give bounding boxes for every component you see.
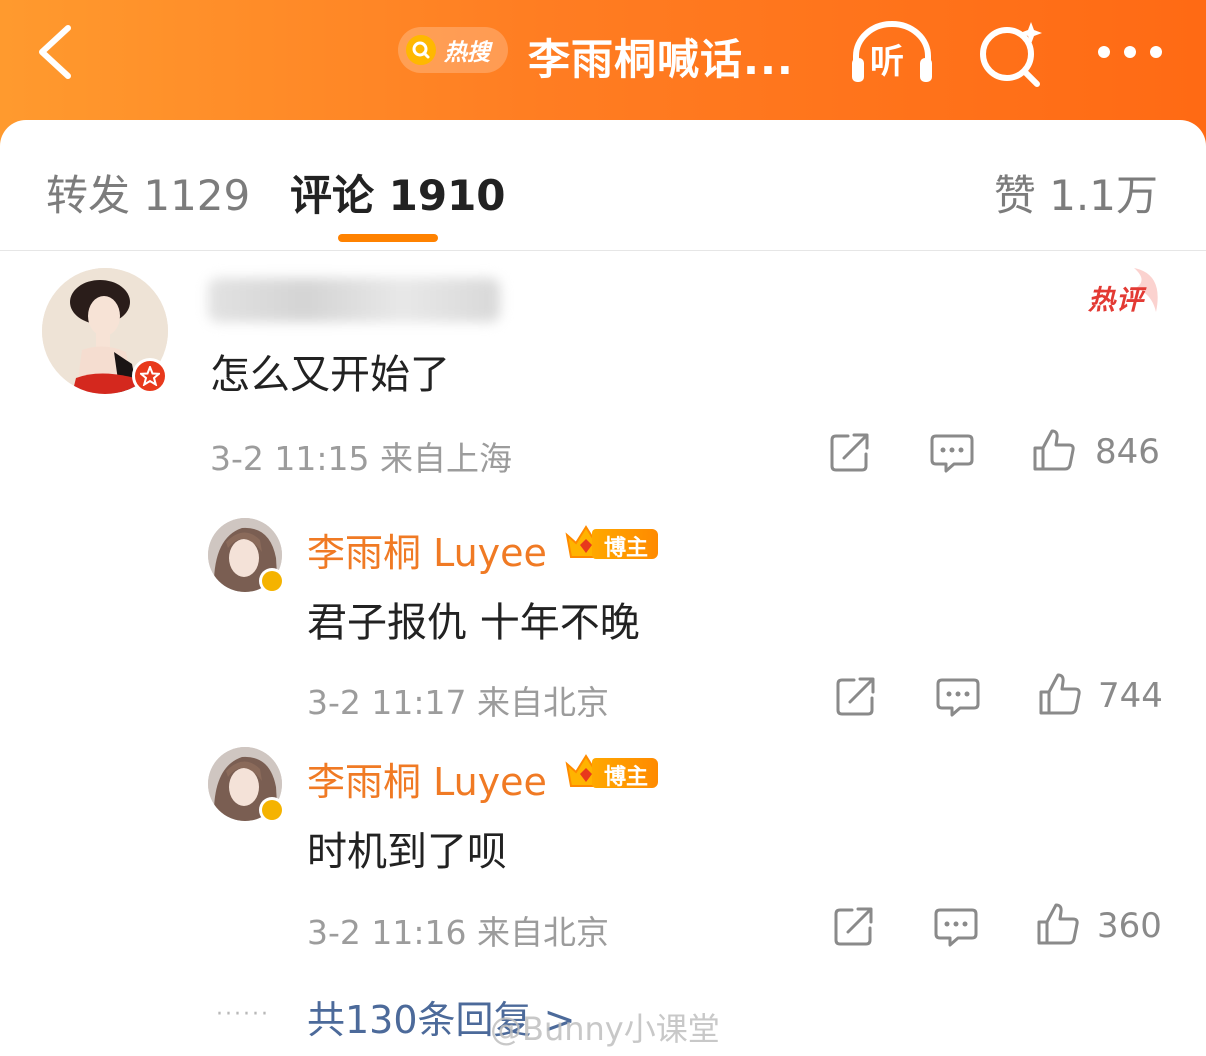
comment-sheet: 转发 1129 评论 1910 赞 1.1万 热评 怎么又开始了 3-2 11:… <box>0 120 1206 1056</box>
active-tab-indicator <box>338 234 438 242</box>
tab-like[interactable]: 赞 1.1万 <box>994 162 1158 223</box>
hot-search-badge[interactable]: 热搜 <box>398 27 508 73</box>
blogger-badge: 博主 <box>564 752 660 790</box>
share-icon <box>836 677 875 716</box>
share-icon <box>830 433 869 472</box>
blogger-badge: 博主 <box>564 523 660 561</box>
verified-badge <box>259 797 285 823</box>
like-button[interactable] <box>1038 672 1082 716</box>
comment-bubble-icon <box>936 678 980 717</box>
like-button[interactable] <box>1036 902 1080 946</box>
commenter-name-blurred[interactable] <box>208 278 500 322</box>
comment-bubble-icon <box>930 434 974 473</box>
reply-meta: 3-2 11:16 来自北京 <box>307 913 609 952</box>
tab-comment[interactable]: 评论 1910 <box>290 162 506 223</box>
replies-divider: ······ <box>216 1002 270 1027</box>
comment-text: 怎么又开始了 <box>210 352 450 398</box>
blogger-label: 博主 <box>604 765 649 790</box>
member-star-badge <box>132 358 168 394</box>
reply-button[interactable] <box>936 674 980 718</box>
more-button[interactable] <box>1094 30 1166 74</box>
reply-button[interactable] <box>930 430 974 474</box>
thumbs-up-icon <box>1033 429 1075 471</box>
back-button[interactable] <box>30 20 90 84</box>
reply-meta: 3-2 11:17 来自北京 <box>307 683 609 722</box>
share-button[interactable] <box>832 904 876 948</box>
hot-comment-label: 热评 <box>1088 285 1144 316</box>
chevron-left-icon <box>39 25 71 79</box>
verified-v-icon <box>262 800 282 820</box>
star-icon <box>140 366 160 386</box>
listen-label: 听 <box>870 42 904 82</box>
page-title: 李雨桐喊话... <box>528 35 794 84</box>
reply-author-name[interactable]: 李雨桐 Luyee <box>307 751 547 806</box>
reply-text: 时机到了呗 <box>307 829 507 875</box>
hot-search-label: 热搜 <box>444 40 490 66</box>
verified-badge <box>259 568 285 594</box>
comment-bubble-icon <box>934 908 978 947</box>
tab-repost[interactable]: 转发 1129 <box>46 162 250 223</box>
share-button[interactable] <box>828 430 872 474</box>
comment-meta: 3-2 11:15 来自上海 <box>210 439 512 478</box>
search-sparkle-icon <box>980 22 1042 87</box>
more-dots-icon <box>1098 46 1162 58</box>
like-button[interactable] <box>1032 428 1076 472</box>
like-count: 744 <box>1098 676 1163 716</box>
reply-text: 君子报仇 十年不晚 <box>307 600 640 646</box>
reply-author-name[interactable]: 李雨桐 Luyee <box>307 522 547 577</box>
like-count: 846 <box>1095 432 1160 472</box>
share-button[interactable] <box>834 674 878 718</box>
listen-button[interactable]: 听 <box>848 18 936 88</box>
blogger-label: 博主 <box>604 536 649 561</box>
thumbs-up-icon <box>1037 903 1079 945</box>
share-icon <box>834 907 873 946</box>
tab-bar: 转发 1129 评论 1910 赞 1.1万 <box>0 120 1206 251</box>
reply-button[interactable] <box>934 904 978 948</box>
watermark: @Bunny小课堂 <box>490 1010 720 1048</box>
thumbs-up-icon <box>1039 673 1081 715</box>
verified-v-icon <box>262 571 282 591</box>
like-count: 360 <box>1097 906 1162 946</box>
hot-search-icon <box>406 35 436 65</box>
search-button[interactable] <box>975 18 1047 88</box>
hot-comment-tag: 热评 <box>1086 264 1166 324</box>
